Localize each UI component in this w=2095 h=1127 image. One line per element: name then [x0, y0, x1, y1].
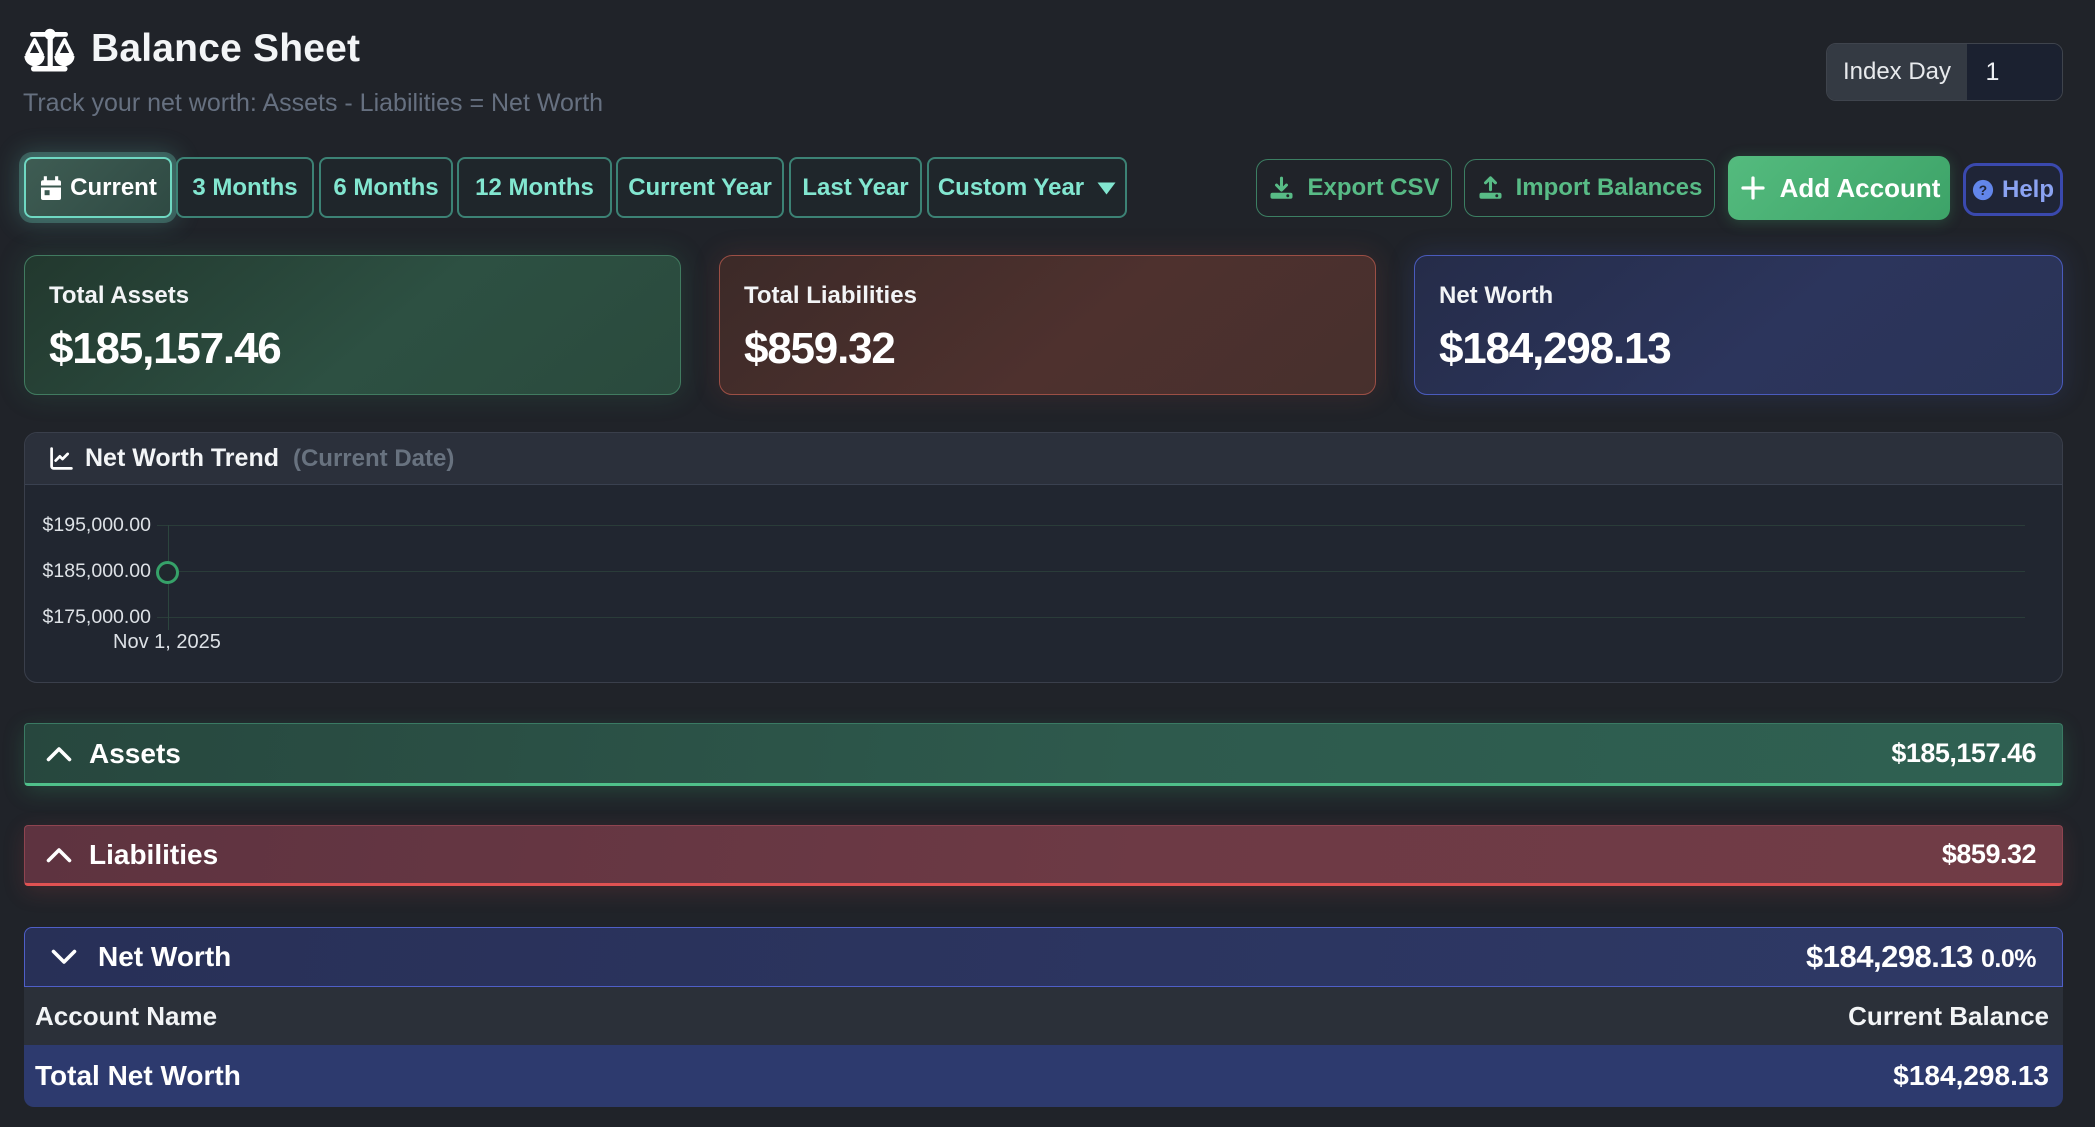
svg-text:?: ? [1979, 182, 1987, 197]
